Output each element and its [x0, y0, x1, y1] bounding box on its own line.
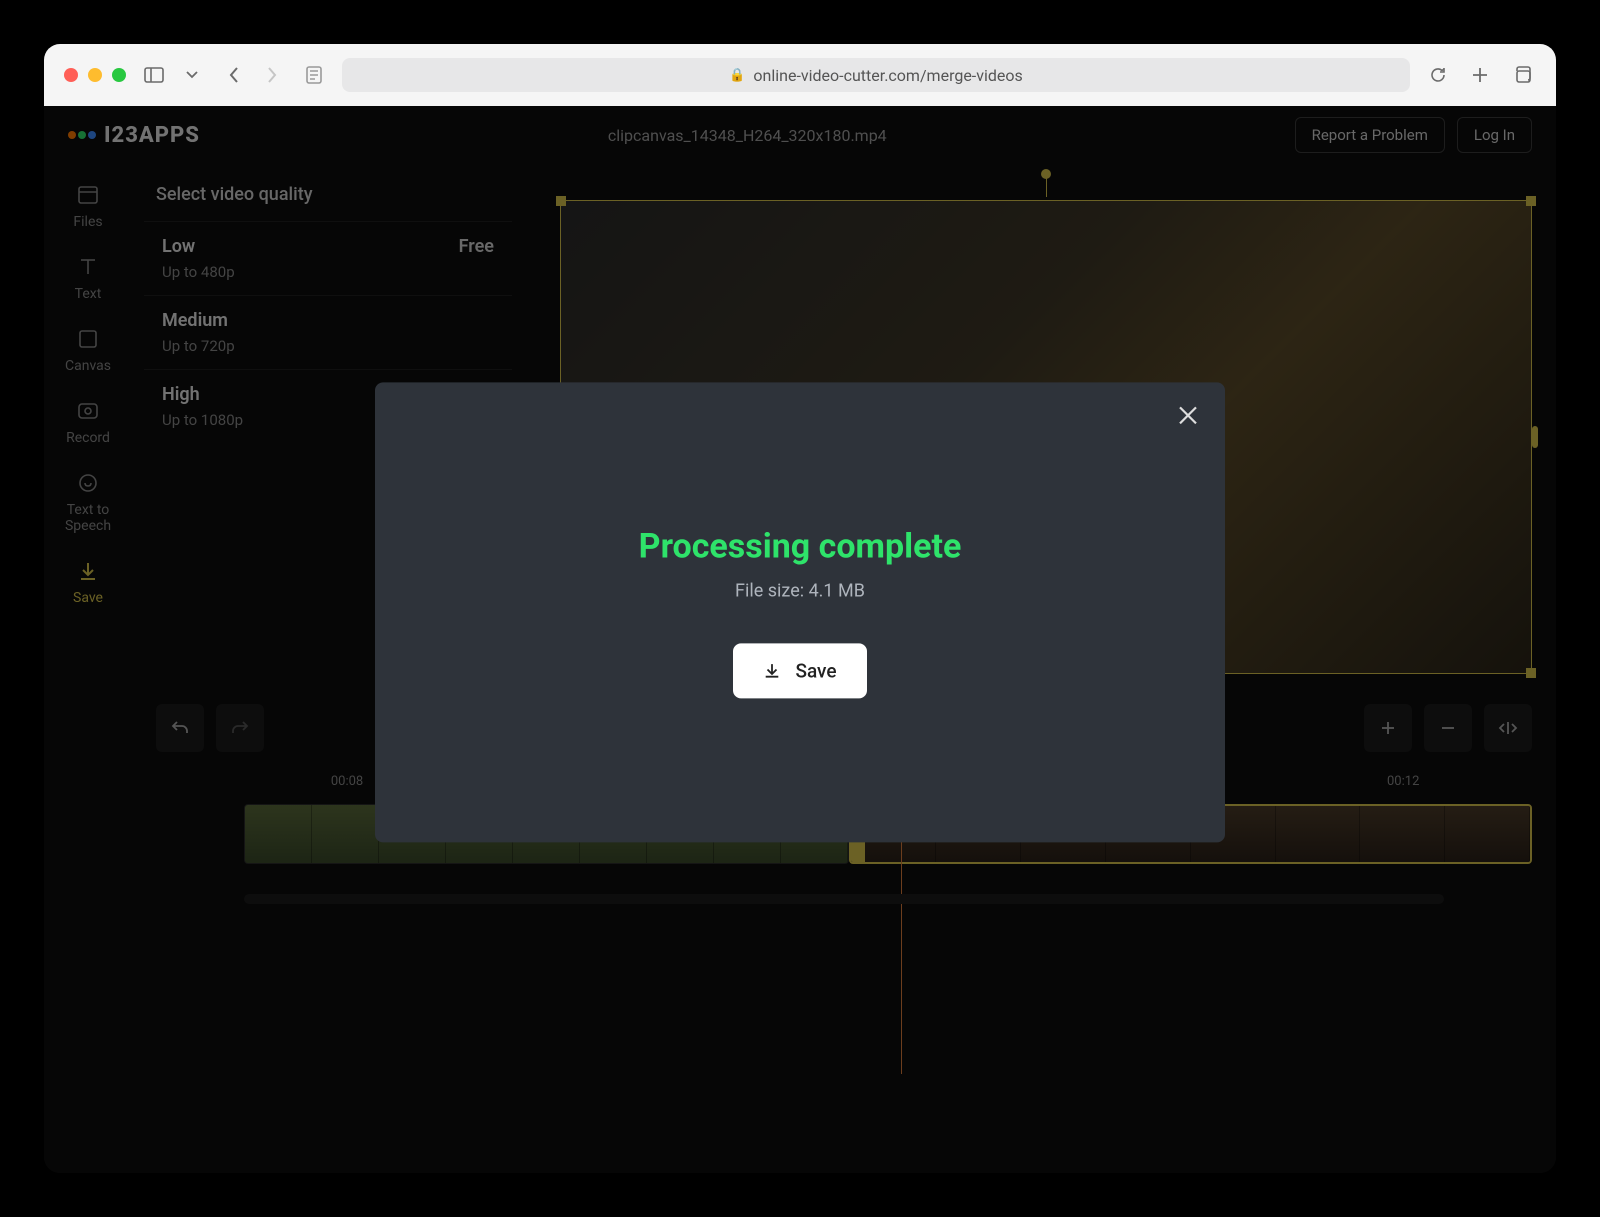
app-root: I23APPS clipcanvas_14348_H264_320x180.mp… — [44, 106, 1556, 1173]
nav-forward-button[interactable] — [258, 61, 286, 89]
download-icon — [763, 661, 781, 679]
minimize-window-button[interactable] — [88, 68, 102, 82]
modal-title: Processing complete — [639, 526, 962, 566]
save-button-label: Save — [795, 659, 836, 682]
url-text: online-video-cutter.com/merge-videos — [753, 66, 1022, 85]
window-controls — [64, 68, 126, 82]
close-window-button[interactable] — [64, 68, 78, 82]
new-tab-icon[interactable] — [1466, 61, 1494, 89]
nav-back-button[interactable] — [220, 61, 248, 89]
modal-filesize: File size: 4.1 MB — [735, 580, 865, 601]
sidebar-toggle-icon[interactable] — [140, 61, 168, 89]
close-modal-button[interactable] — [1177, 404, 1199, 426]
browser-toolbar: 🔒 online-video-cutter.com/merge-videos — [44, 44, 1556, 106]
address-bar[interactable]: 🔒 online-video-cutter.com/merge-videos — [342, 58, 1410, 92]
close-icon — [1177, 404, 1199, 426]
browser-window: 🔒 online-video-cutter.com/merge-videos I… — [44, 44, 1556, 1173]
maximize-window-button[interactable] — [112, 68, 126, 82]
lock-icon: 🔒 — [729, 68, 745, 83]
reload-icon[interactable] — [1424, 61, 1452, 89]
processing-complete-modal: Processing complete File size: 4.1 MB Sa… — [375, 382, 1225, 842]
save-button[interactable]: Save — [733, 643, 866, 698]
chevron-down-icon[interactable] — [178, 61, 206, 89]
reader-icon[interactable] — [300, 61, 328, 89]
tabs-icon[interactable] — [1508, 61, 1536, 89]
